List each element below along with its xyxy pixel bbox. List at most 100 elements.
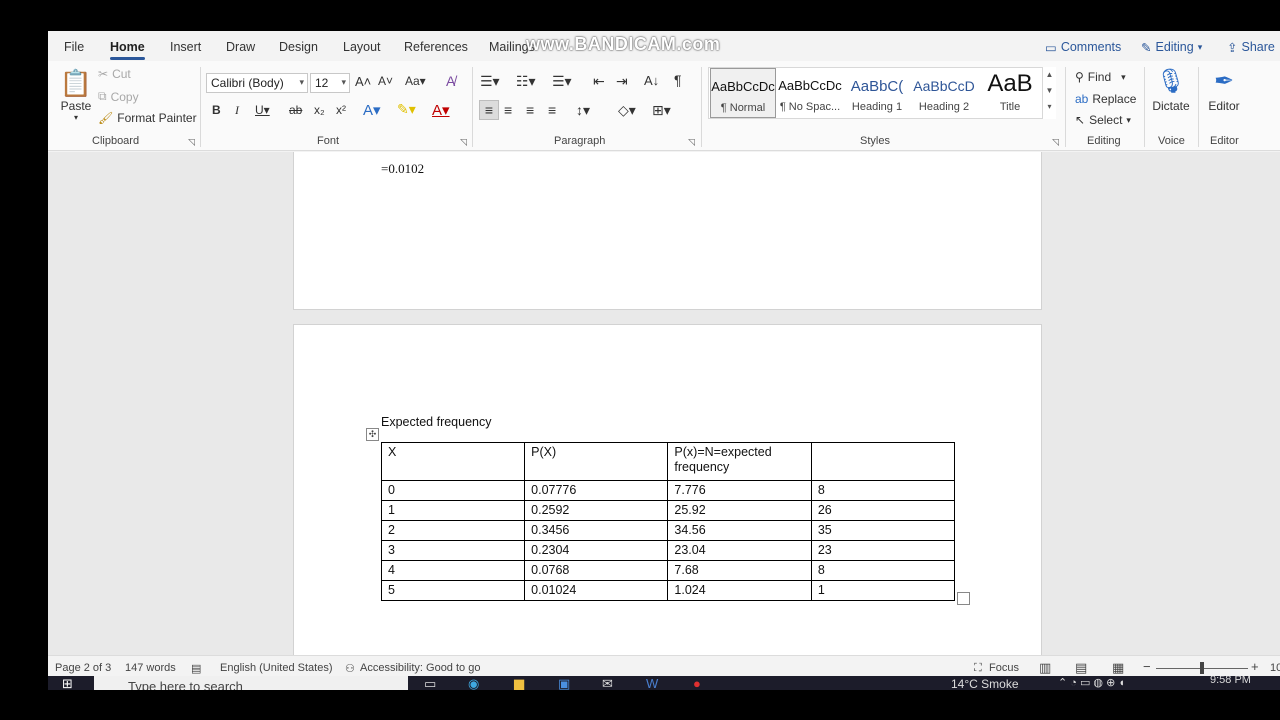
word-count[interactable]: 147 words	[125, 662, 176, 674]
clock[interactable]: 9:58 PM	[1210, 676, 1251, 686]
increase-indent-icon[interactable]: ⇥	[616, 73, 628, 90]
dialog-launcher-icon[interactable]: ◹	[688, 137, 695, 148]
tab-draw[interactable]: Draw	[226, 40, 255, 54]
table-header-cell[interactable]: P(x)=N=expected frequency	[667, 442, 812, 481]
style-no-spacing[interactable]: AaBbCcDc ¶ No Spac...	[777, 68, 843, 118]
table-cell[interactable]: 1	[380, 500, 526, 521]
clear-formatting-icon[interactable]: A̸	[446, 73, 455, 89]
taskbar-search[interactable]: Type here to search	[94, 676, 408, 690]
print-layout-icon[interactable]: ▤	[1075, 660, 1087, 676]
sort-icon[interactable]: A↓	[644, 73, 659, 88]
table-cell[interactable]: 26	[810, 500, 956, 521]
zoom-slider-thumb[interactable]	[1200, 662, 1204, 674]
bullets-icon[interactable]: ☰▾	[480, 73, 500, 90]
table-resize-handle[interactable]	[957, 592, 970, 605]
table-cell[interactable]: 0.3456	[524, 520, 669, 541]
borders-icon[interactable]: ⊞▾	[652, 102, 671, 119]
table-cell[interactable]: 0.07776	[524, 480, 669, 501]
shrink-font-icon[interactable]: A˅	[378, 74, 393, 88]
line-spacing-icon[interactable]: ↕▾	[576, 102, 590, 119]
zoom-out-icon[interactable]: −	[1143, 659, 1151, 674]
decrease-indent-icon[interactable]: ⇤	[593, 73, 605, 90]
style-heading-2[interactable]: AaBbCcD Heading 2	[911, 68, 977, 118]
accessibility-status[interactable]: Accessibility: Good to go	[360, 662, 480, 674]
word-taskbar-icon[interactable]: W	[646, 676, 658, 690]
web-layout-icon[interactable]: ▦	[1112, 660, 1124, 676]
change-case-icon[interactable]: Aa▾	[405, 74, 426, 88]
format-painter-button[interactable]: 🖌 Format Painter	[98, 111, 197, 125]
align-right-icon[interactable]: ≡	[526, 102, 534, 118]
editing-mode-button[interactable]: ✎ Editing ▾	[1132, 36, 1212, 58]
style-heading-1[interactable]: AaBbC( Heading 1	[844, 68, 910, 118]
style-normal[interactable]: AaBbCcDc ¶ Normal	[710, 68, 776, 118]
copy-button[interactable]: ⧉ Copy	[98, 89, 139, 104]
table-cell[interactable]: 7.68	[667, 560, 812, 581]
weather-status[interactable]: 14°C Smoke	[951, 677, 1019, 690]
table-cell[interactable]: 0	[380, 480, 526, 501]
zoom-in-icon[interactable]: +	[1251, 659, 1259, 674]
bold-icon[interactable]: B	[212, 103, 221, 117]
share-button[interactable]: ⇪ Share	[1218, 36, 1280, 58]
align-left-icon[interactable]: ≡	[479, 100, 499, 120]
edge-icon[interactable]: ◉	[468, 676, 479, 690]
underline-icon[interactable]: U▾	[255, 103, 270, 117]
tab-insert[interactable]: Insert	[170, 40, 201, 54]
table-cell[interactable]: 5	[380, 580, 526, 601]
tray-icons[interactable]: ⌃ ◔ ▭ ◍ ⊕ ◖	[1058, 676, 1125, 689]
styles-scroll[interactable]: ▲ ▼ ▾	[1042, 67, 1056, 119]
subscript-icon[interactable]: x₂	[314, 103, 325, 117]
page-2[interactable]: Expected frequency ✣ X P(X) P(x)=N=expecte…	[293, 324, 1042, 655]
dictate-button[interactable]: 🎙 Dictate	[1152, 65, 1190, 113]
highlight-icon[interactable]: ✎▾	[397, 101, 416, 118]
focus-button[interactable]: Focus	[989, 662, 1019, 674]
more-icon[interactable]: ▾	[1043, 99, 1056, 115]
strikethrough-icon[interactable]: ab	[289, 103, 302, 117]
multilevel-list-icon[interactable]: ☰▾	[552, 73, 572, 90]
table-move-icon[interactable]: ✣	[366, 428, 379, 441]
table-cell[interactable]: 0.2592	[524, 500, 669, 521]
table-cell[interactable]: 4	[380, 560, 526, 581]
page-1[interactable]: =0.0102	[293, 152, 1042, 310]
dialog-launcher-icon[interactable]: ◹	[188, 137, 195, 148]
zoom-level[interactable]: 10	[1270, 662, 1280, 674]
task-view-icon[interactable]: ▭	[424, 676, 436, 690]
pilcrow-icon[interactable]: ¶	[674, 72, 682, 88]
dialog-launcher-icon[interactable]: ◹	[460, 137, 467, 148]
chevron-up-icon[interactable]: ▲	[1043, 67, 1056, 83]
table-cell[interactable]: 7.776	[667, 480, 812, 501]
table-cell[interactable]: 0.2304	[524, 540, 669, 561]
language-indicator[interactable]: English (United States)	[220, 662, 333, 674]
style-title[interactable]: AaB Title	[977, 68, 1043, 118]
proofing-icon[interactable]: ▤	[191, 662, 201, 675]
table-header-cell[interactable]	[810, 442, 956, 481]
tab-design[interactable]: Design	[279, 40, 318, 54]
mail-icon[interactable]: ✉	[602, 676, 613, 690]
paste-button[interactable]: 📋 Paste ▾	[60, 67, 92, 122]
table-cell[interactable]: 23	[810, 540, 956, 561]
find-button[interactable]: ⚲ Find ▾	[1075, 70, 1126, 84]
store-icon[interactable]: ▣	[558, 676, 570, 690]
align-center-icon[interactable]: ≡	[504, 102, 512, 118]
table-cell[interactable]: 1.024	[667, 580, 812, 601]
replace-button[interactable]: ab Replace	[1075, 92, 1136, 106]
tab-home[interactable]: Home	[110, 40, 145, 60]
table-cell[interactable]: 0.0768	[524, 560, 669, 581]
font-color-icon[interactable]: A▾	[432, 101, 450, 119]
font-size-select[interactable]: 12 ▾	[310, 73, 350, 93]
table-cell[interactable]: 35	[810, 520, 956, 541]
justify-icon[interactable]: ≡	[548, 102, 556, 118]
text-effects-icon[interactable]: A▾	[363, 101, 381, 119]
file-explorer-icon[interactable]: ▆	[514, 676, 524, 690]
editor-button[interactable]: ✒ Editor	[1205, 65, 1243, 113]
table-cell[interactable]: 8	[810, 560, 956, 581]
page-count[interactable]: Page 2 of 3	[55, 662, 111, 674]
tab-file[interactable]: File	[64, 40, 84, 54]
table-cell[interactable]: 0.01024	[524, 580, 669, 601]
bandicam-icon[interactable]: ●	[693, 676, 701, 690]
table-cell[interactable]: 1	[810, 580, 956, 601]
table-cell[interactable]: 34.56	[667, 520, 812, 541]
font-family-select[interactable]: Calibri (Body) ▾	[206, 73, 308, 93]
table-cell[interactable]: 8	[810, 480, 956, 501]
comments-button[interactable]: ▭ Comments	[1036, 36, 1131, 58]
tab-layout[interactable]: Layout	[343, 40, 381, 54]
